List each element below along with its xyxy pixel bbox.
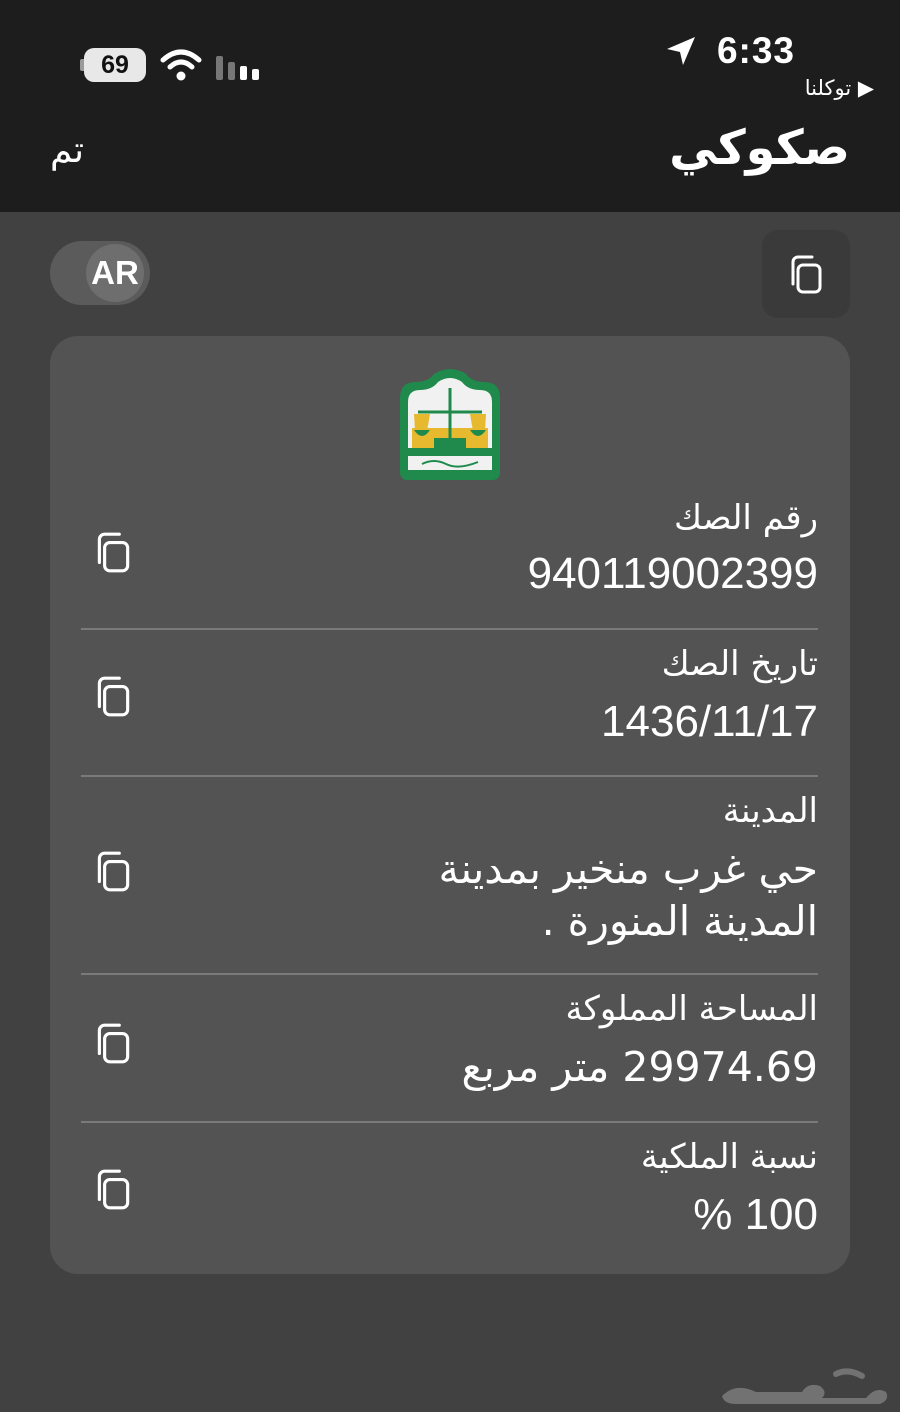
done-button[interactable]: تم [50,130,84,171]
owned-area-value: 29974.69 متر مربع [461,1043,818,1091]
copy-deed-date-button[interactable] [93,674,133,718]
top-bar: 69 6:33 ▶ توكلنا صكوكي تم [0,0,900,212]
city-value-line2: المدينة المنورة . [541,897,818,945]
back-to-app-link[interactable]: ▶ توكلنا [805,76,874,100]
cellular-signal-icon [216,56,259,80]
owned-area-row: المساحة المملوكة 29974.69 متر مربع [81,973,818,1123]
deed-number-label: رقم الصك [673,498,818,538]
deed-date-row: تاريخ الصك 1436/11/17 [81,628,818,777]
language-toggle[interactable]: AR [50,241,150,305]
deed-card: رقم الصك 940119002399 تاريخ الصك 1436/11… [50,336,850,1274]
location-arrow-icon [667,37,695,65]
city-row: المدينة حي غرب منخير بمدينة المدينة المن… [81,775,818,975]
ministry-of-justice-logo [400,369,500,480]
status-time: 6:33 [716,30,795,71]
copy-icon [791,255,822,294]
ownership-percentage-label: نسبة الملكية [640,1137,818,1177]
copy-deed-number-button[interactable] [93,530,133,574]
copy-owned-area-button[interactable] [93,1021,133,1065]
owned-area-label: المساحة المملوكة [565,989,818,1029]
haraj-watermark [722,1368,888,1404]
page-title: صكوكي [669,120,850,176]
copy-all-button[interactable] [762,230,850,318]
ownership-percentage-row: نسبة الملكية 100 % [81,1121,818,1271]
deed-date-label: تاريخ الصك [661,644,818,684]
battery-indicator: 69 [84,48,146,82]
deed-number-value: 940119002399 [527,549,818,598]
city-value-line1: حي غرب منخير بمدينة [438,845,818,893]
copy-ownership-percentage-button[interactable] [93,1167,133,1211]
language-toggle-knob: AR [86,244,144,302]
wifi-icon [160,49,202,81]
city-label: المدينة [722,791,818,831]
deed-date-value: 1436/11/17 [601,697,818,746]
deed-number-row: رقم الصك 940119002399 [81,486,818,630]
copy-city-button[interactable] [93,849,133,893]
ownership-percentage-value: 100 % [693,1190,818,1239]
